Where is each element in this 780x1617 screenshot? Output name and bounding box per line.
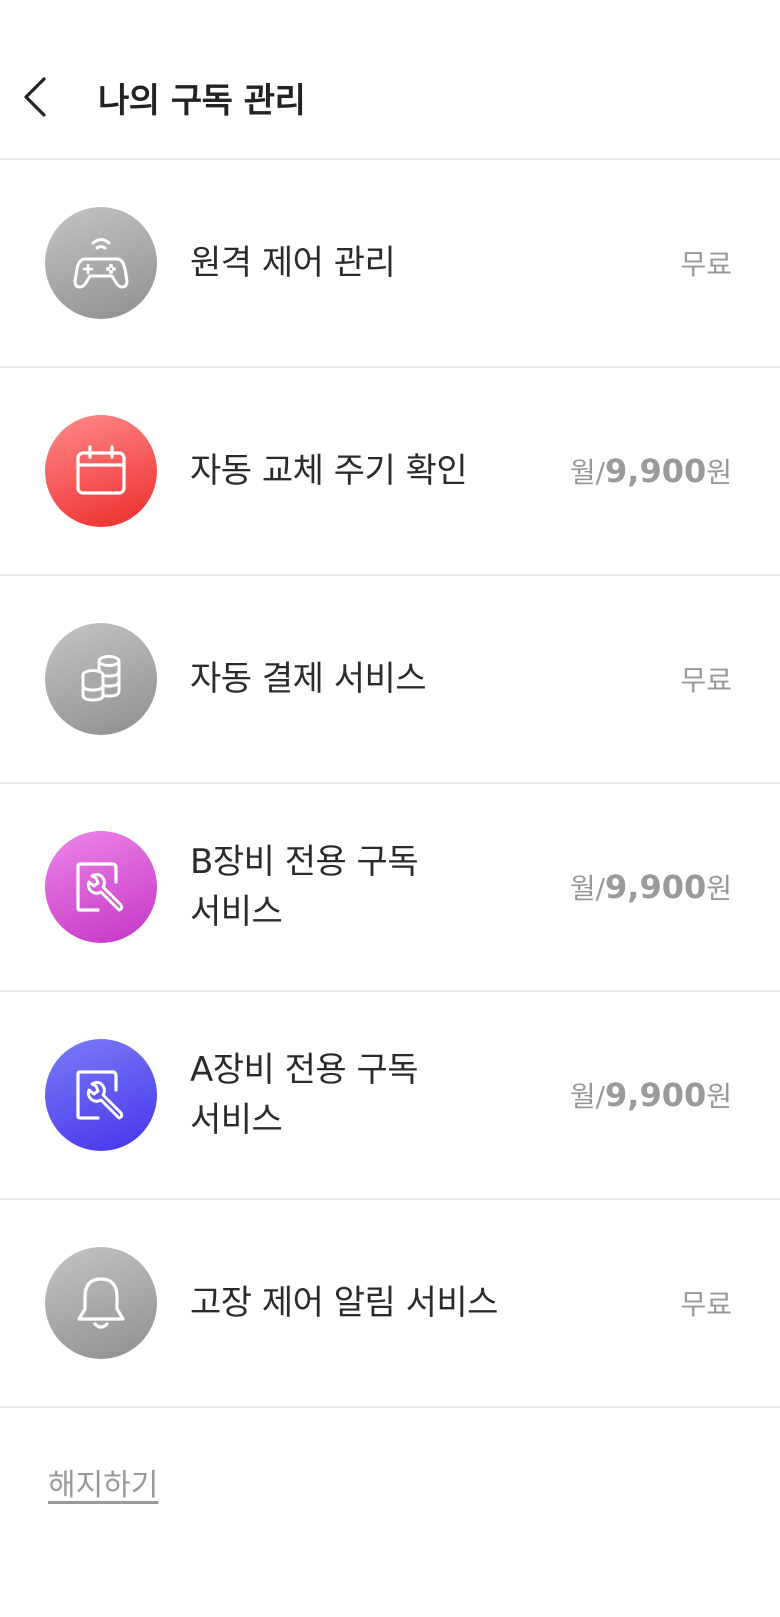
list-item-failure-alert[interactable]: 고장 제어 알림 서비스 무료 [0, 1200, 780, 1408]
item-price: 무료 [680, 664, 732, 697]
calendar-icon [76, 445, 126, 495]
subscription-list: 원격 제어 관리 무료 자동 교체 주기 확인 월/9,900원 자동 결제 서… [0, 160, 780, 1408]
item-name: 자동 교체 주기 확인 [190, 451, 468, 491]
item-name: B장비 전용 구독서비스 [190, 837, 520, 937]
price-suffix: 원 [706, 872, 732, 905]
price-prefix: 월/ [569, 1080, 606, 1113]
item-name-line1: B장비 전용 구독 [190, 842, 419, 882]
item-icon-circle [45, 623, 157, 735]
item-price: 무료 [680, 248, 732, 281]
item-price: 월/9,900원 [570, 451, 732, 491]
wrench-icon [76, 1070, 124, 1120]
item-name-line2: 서비스 [190, 1100, 283, 1140]
price-amount: 9,900 [605, 1076, 707, 1114]
price-suffix: 원 [706, 1080, 732, 1113]
list-item-replacement-cycle[interactable]: 자동 교체 주기 확인 월/9,900원 [0, 368, 780, 576]
footer: 해지하기 [0, 1408, 780, 1504]
list-item-a-equipment[interactable]: A장비 전용 구독서비스 월/9,900원 [0, 992, 780, 1200]
item-name: 고장 제어 알림 서비스 [190, 1283, 498, 1323]
list-item-b-equipment[interactable]: B장비 전용 구독서비스 월/9,900원 [0, 784, 780, 992]
item-price: 월/9,900원 [570, 867, 732, 907]
item-icon-circle [45, 415, 157, 527]
back-button[interactable] [22, 75, 62, 119]
page-title: 나의 구독 관리 [98, 80, 306, 121]
item-name: A장비 전용 구독서비스 [190, 1045, 520, 1145]
item-name-line1: A장비 전용 구독 [190, 1050, 419, 1090]
price-amount: 9,900 [605, 452, 707, 490]
chevron-left-icon [24, 77, 46, 117]
header-bar: 나의 구독 관리 [0, 0, 780, 160]
item-icon-circle [45, 1039, 157, 1151]
item-price: 월/9,900원 [570, 1075, 732, 1115]
item-icon-circle [45, 1247, 157, 1359]
price-suffix: 원 [706, 456, 732, 489]
price-prefix: 월/ [569, 872, 606, 905]
item-price: 무료 [680, 1288, 732, 1321]
gamepad-icon [73, 238, 129, 289]
item-name: 자동 결제 서비스 [190, 659, 427, 699]
coins-icon [81, 655, 121, 702]
list-item-auto-payment[interactable]: 자동 결제 서비스 무료 [0, 576, 780, 784]
price-prefix: 월/ [569, 456, 606, 489]
item-name: 원격 제어 관리 [190, 243, 396, 283]
item-name-line2: 서비스 [190, 892, 283, 932]
price-amount: 9,900 [605, 868, 707, 906]
bell-icon [77, 1277, 125, 1329]
wrench-icon [76, 862, 124, 912]
item-icon-circle [45, 831, 157, 943]
item-icon-circle [45, 207, 157, 319]
list-item-remote-control[interactable]: 원격 제어 관리 무료 [0, 160, 780, 368]
cancel-subscription-link[interactable]: 해지하기 [48, 1468, 158, 1503]
